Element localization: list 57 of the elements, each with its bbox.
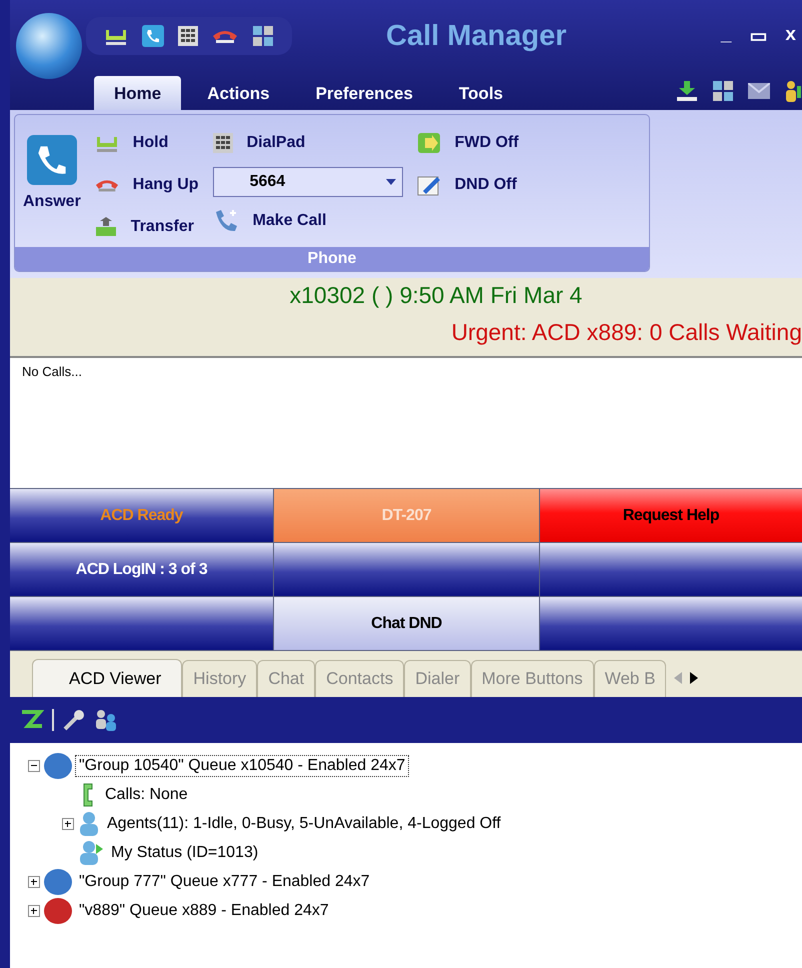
tree-item[interactable]: "v889" Queue x889 - Enabled 24x7 [76,900,332,920]
speed-button[interactable] [10,597,273,650]
download-icon[interactable] [676,80,698,102]
dropdown-caret-icon [386,179,396,185]
window-control-button[interactable]: x [785,24,796,48]
pencil-note-icon [416,174,441,196]
ribbon-action-button[interactable]: Transfer [94,209,199,245]
phone-icon [26,135,77,185]
person-arrow-icon [78,840,104,866]
expander-icon[interactable] [28,904,40,916]
extension-time-text: x10302 ( ) 9:50 AM Fri Mar 4 [288,282,584,309]
ribbon-tab[interactable]: Actions [187,76,290,110]
answer-button[interactable]: Answer [23,125,81,247]
speed-button[interactable] [540,597,802,650]
dnd-toggle-button[interactable]: DND Off [416,167,519,203]
number-combo-box[interactable]: 5664 [212,167,403,197]
ribbon-action-button[interactable]: Hold [94,125,199,161]
ribbon-tab[interactable]: Home [94,76,182,110]
forward-icon [416,132,441,154]
phone-icon[interactable] [142,25,164,47]
keypad-icon[interactable] [178,26,198,46]
person-icon [78,810,100,836]
users-icon[interactable] [94,709,118,731]
expander-icon[interactable] [62,818,74,830]
expander-icon[interactable] [28,876,40,888]
hang-up-icon[interactable] [212,28,238,44]
grid-icon[interactable] [712,80,734,102]
window-title: Call Manager [386,20,566,52]
transfer-icon [94,217,117,237]
tree-item[interactable]: Agents(11): 1-Idle, 0-Busy, 5-UnAvailable, 4-Logged Off [104,814,504,834]
forward-toggle-button[interactable]: FWD Off [416,125,519,161]
window-control-button[interactable]: ▭ [749,24,768,48]
group-label: Phone [15,247,649,271]
window-control-button[interactable]: _ [720,24,732,48]
tree-item[interactable]: Calls: None [102,784,191,804]
make-call-button[interactable]: Make Call [212,203,403,239]
ribbon-tab[interactable]: Preferences [296,76,433,110]
grid-icon[interactable] [252,25,274,47]
tools-icon[interactable] [62,708,86,732]
ribbon-action-button[interactable]: Hang Up [94,167,199,203]
ribbon-tab[interactable]: Tools [438,76,523,110]
person-icon[interactable] [784,80,802,102]
keypad-icon [212,133,233,153]
speed-button[interactable]: Request Help [540,489,802,542]
speed-button[interactable] [274,543,539,596]
speed-button[interactable]: ACD LogIN : 3 of 3 [10,543,273,596]
speed-button[interactable] [540,543,802,596]
scroll-right-icon[interactable] [690,672,698,684]
dialpad-button[interactable]: DialPad [212,125,403,161]
urgent-alert-text: Urgent: ACD x889: 0 Calls Waiting [450,319,802,346]
panel-tab[interactable]: ACD Viewer [32,658,182,698]
expander-icon[interactable] [28,760,40,772]
no-calls-text: No Calls... [22,364,82,379]
speed-button[interactable]: Chat DND [274,597,539,650]
tree-item[interactable]: My Status (ID=1013) [108,842,262,862]
tree-item[interactable]: "Group 10540" Queue x10540 - Enabled 24x7 [76,756,408,776]
tree-item[interactable]: "Group 777" Queue x777 - Enabled 24x7 [76,872,373,892]
